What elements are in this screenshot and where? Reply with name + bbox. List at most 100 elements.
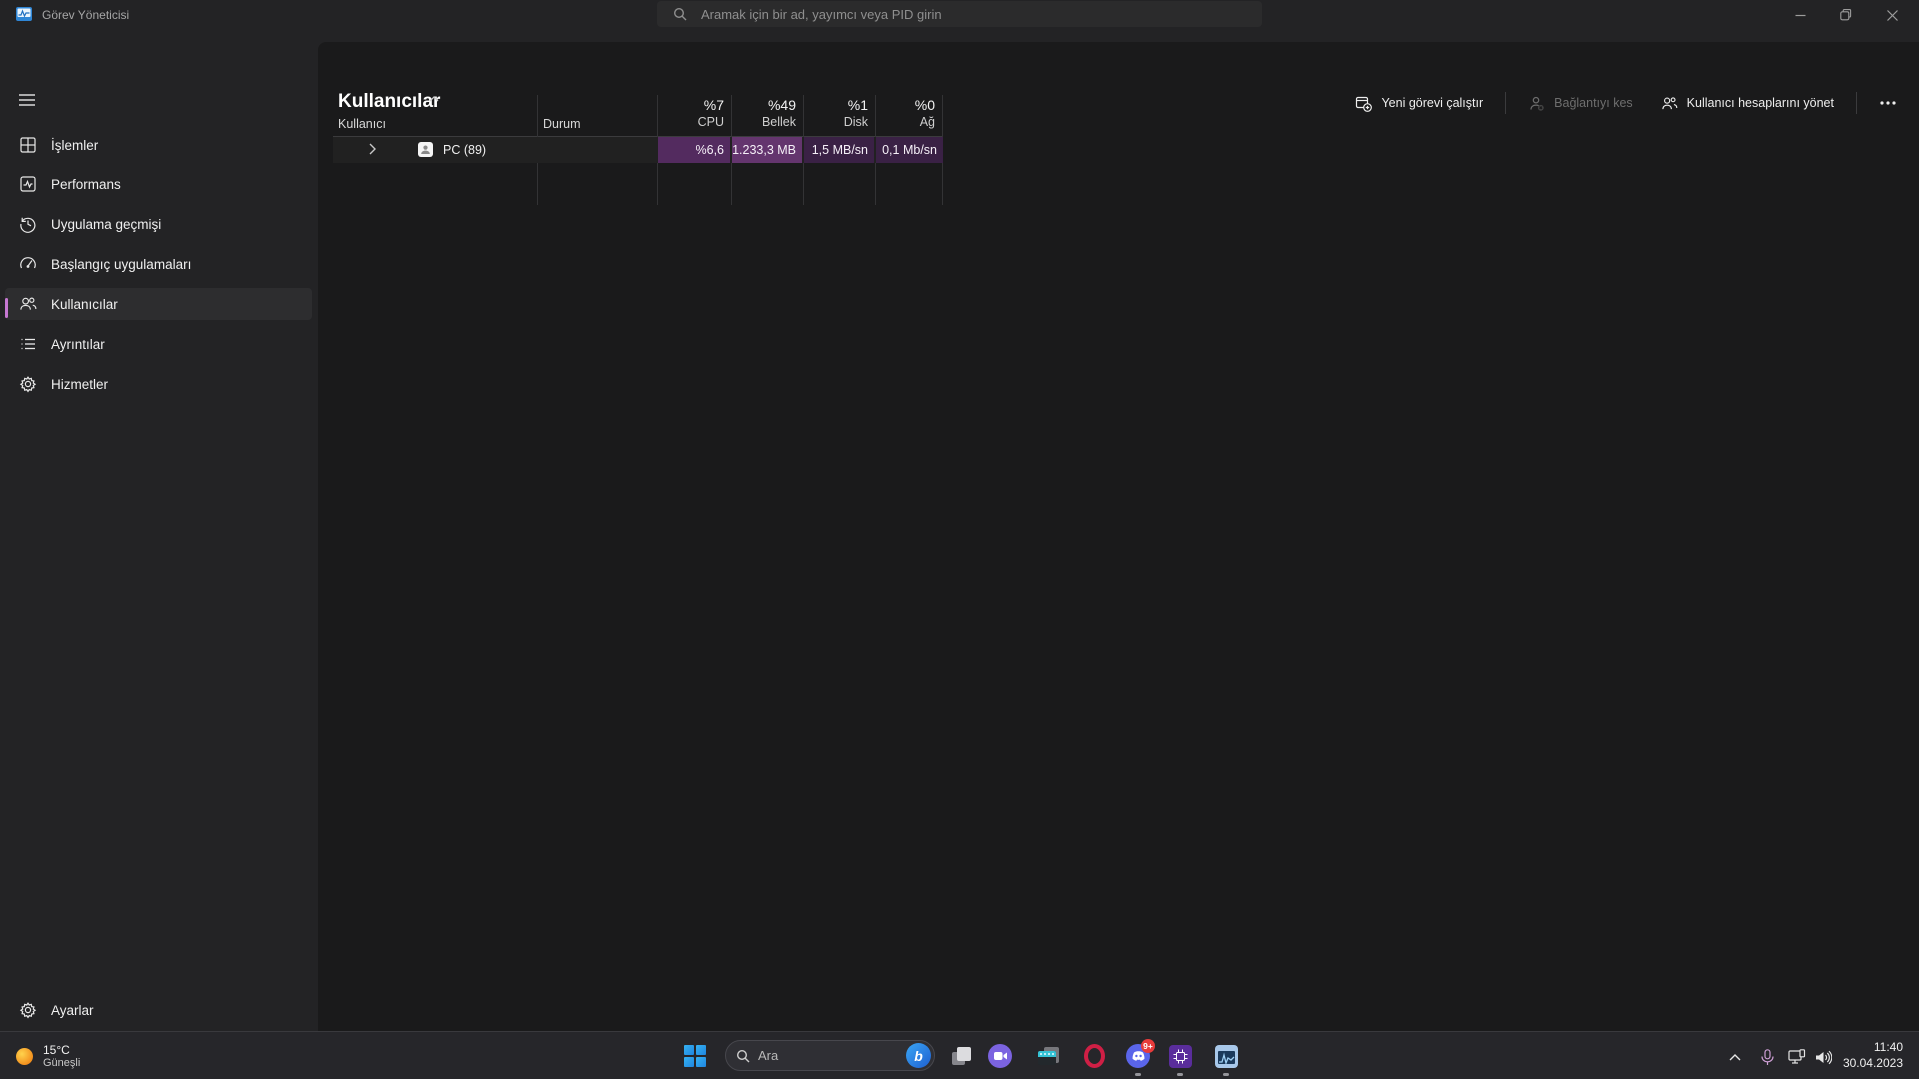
microphone-icon[interactable] (1756, 1046, 1778, 1068)
details-list-icon (19, 335, 37, 353)
run-new-task-button[interactable]: Yeni görevi çalıştır (1349, 91, 1489, 116)
search-placeholder: Aramak için bir ad, yayımcı veya PID gir… (701, 6, 942, 22)
taskbar-discord-app[interactable]: 9+ (1126, 1039, 1155, 1068)
sidebar-item-label: İşlemler (51, 137, 99, 153)
new-task-icon (1355, 95, 1373, 112)
expand-chevron-icon[interactable] (369, 143, 376, 155)
more-options-button[interactable] (1873, 91, 1903, 115)
discord-icon: 9+ (1126, 1039, 1155, 1068)
sidebar-item-settings[interactable]: Ayarlar (0, 990, 318, 1030)
opera-gx-icon (1083, 1044, 1105, 1068)
task-manager-app-icon (16, 6, 32, 22)
sidebar-item-details[interactable]: Ayrıntılar (0, 324, 318, 364)
taskbar-search-input[interactable]: Ara b (725, 1040, 935, 1071)
taskbar-cpu-monitor-app[interactable] (1168, 1044, 1192, 1068)
sidebar-item-users[interactable]: Kullanıcılar (0, 284, 318, 324)
toolbar-separator (1505, 92, 1507, 114)
memory-total: %49 (767, 97, 796, 113)
services-gear-icon (19, 375, 37, 393)
history-clock-icon (19, 215, 37, 233)
disk-total: %1 (847, 97, 868, 113)
minimize-button[interactable] (1777, 0, 1823, 30)
network-cell: 0,1 Mb/sn (876, 137, 943, 163)
cpu-total: %7 (703, 97, 724, 113)
sidebar-item-label: Hizmetler (51, 376, 109, 392)
manage-accounts-label: Kullanıcı hesaplarını yönet (1686, 96, 1834, 110)
gear-icon (19, 1001, 37, 1019)
bing-icon[interactable]: b (906, 1043, 931, 1068)
network-icon[interactable] (1786, 1046, 1808, 1068)
disconnect-label: Bağlantıyı kes (1554, 96, 1633, 110)
sidebar-item-label: Başlangıç uygulamaları (51, 256, 192, 272)
task-manager-icon (1214, 1044, 1238, 1068)
column-header-network[interactable]: %0 Ağ (875, 97, 942, 137)
start-button[interactable] (683, 1044, 707, 1068)
toolbar-separator (1856, 92, 1857, 114)
speaker-icon[interactable] (1812, 1046, 1834, 1068)
disconnect-button[interactable]: Bağlantıyı kes (1522, 91, 1639, 116)
user-name: PC (89) (443, 143, 487, 157)
sidebar-item-app-history[interactable]: Uygulama geçmişi (0, 204, 318, 244)
running-indicator (1177, 1073, 1183, 1076)
sidebar-item-startup-apps[interactable]: Başlangıç uygulamaları (0, 244, 318, 284)
close-button[interactable] (1869, 0, 1915, 30)
taskbar-video-chat-app[interactable] (988, 1044, 1012, 1068)
search-icon (736, 1049, 750, 1063)
user-avatar (418, 142, 433, 157)
taskbar: 15°C Güneşli Ara b 9+ 11:40 30.04.2023 (0, 1031, 1919, 1079)
task-view-button[interactable] (949, 1044, 973, 1068)
cpu-cell: %6,6 (658, 137, 730, 163)
sidebar-item-services[interactable]: Hizmetler (0, 364, 318, 404)
tray-show-hidden-icons[interactable] (1724, 1046, 1746, 1068)
sidebar-item-label: Ayrıntılar (51, 336, 105, 352)
disk-cell: 1,5 MB/sn (804, 137, 874, 163)
manage-user-accounts-button[interactable]: Kullanıcı hesaplarını yönet (1655, 91, 1840, 116)
running-indicator (1223, 1073, 1229, 1076)
discord-notification-badge: 9+ (1141, 1039, 1155, 1053)
column-header-status[interactable]: Durum (543, 117, 581, 131)
processes-grid-icon (19, 136, 37, 154)
video-camera-icon (988, 1044, 1012, 1068)
column-header-disk[interactable]: %1 Disk (803, 97, 875, 137)
users-icon (19, 295, 37, 313)
sunny-weather-icon (16, 1047, 33, 1065)
table-header: Kullanıcı Durum %7 CPU %49 Bellek %1 Dis… (333, 95, 943, 205)
taskbar-opera-gx-app[interactable] (1082, 1044, 1106, 1068)
weather-widget[interactable]: 15°C Güneşli (10, 1038, 86, 1074)
startup-gauge-icon (19, 255, 37, 273)
selection-accent-bar (5, 298, 8, 318)
weather-temperature: 15°C (43, 1042, 70, 1057)
sidebar-item-label: Uygulama geçmişi (51, 216, 162, 232)
menu-toggle-button[interactable] (11, 85, 43, 115)
sidebar-item-label: Performans (51, 176, 121, 192)
window-controls (1777, 0, 1915, 30)
taskbar-keyboard-app[interactable] (1037, 1044, 1061, 1068)
column-header-user[interactable]: Kullanıcı (338, 117, 386, 131)
sidebar-item-processes[interactable]: İşlemler (0, 125, 318, 165)
maximize-button[interactable] (1823, 0, 1869, 30)
content-panel: Kullanıcılar Yeni görevi çalıştır Bağlan… (318, 42, 1919, 1031)
running-indicator (1135, 1073, 1141, 1076)
global-search-input[interactable]: Aramak için bir ad, yayımcı veya PID gir… (657, 1, 1262, 27)
sort-ascending-icon (429, 96, 439, 102)
performance-pulse-icon (19, 175, 37, 193)
column-header-cpu[interactable]: %7 CPU (657, 97, 731, 137)
window-title: Görev Yöneticisi (42, 8, 130, 22)
sidebar: İşlemler Performans Uygulama geçmişi Baş… (0, 42, 318, 1031)
cpu-chip-icon (1168, 1044, 1192, 1068)
titlebar: Görev Yöneticisi Aramak için bir ad, yay… (0, 0, 1919, 42)
clock-widget[interactable]: 11:40 30.04.2023 (1843, 1039, 1903, 1071)
column-header-memory[interactable]: %49 Bellek (731, 97, 803, 137)
taskbar-search-label: Ara (758, 1048, 779, 1063)
sidebar-item-performance[interactable]: Performans (0, 164, 318, 204)
time: 11:40 (1873, 1040, 1903, 1054)
taskbar-task-manager-app[interactable] (1214, 1044, 1238, 1068)
memory-cell: 1.233,3 MB (732, 137, 802, 163)
table-row-user[interactable]: PC (89) %6,6 1.233,3 MB 1,5 MB/sn 0,1 Mb… (333, 137, 943, 163)
windows-logo-icon (684, 1045, 706, 1067)
sidebar-item-label: Ayarlar (51, 1002, 94, 1018)
weather-condition: Güneşli (43, 1056, 81, 1069)
users-table: Kullanıcı Durum %7 CPU %49 Bellek %1 Dis… (333, 95, 943, 205)
user-accounts-icon (1661, 95, 1678, 112)
toolbar: Yeni görevi çalıştır Bağlantıyı kes Kull… (1349, 88, 1903, 118)
